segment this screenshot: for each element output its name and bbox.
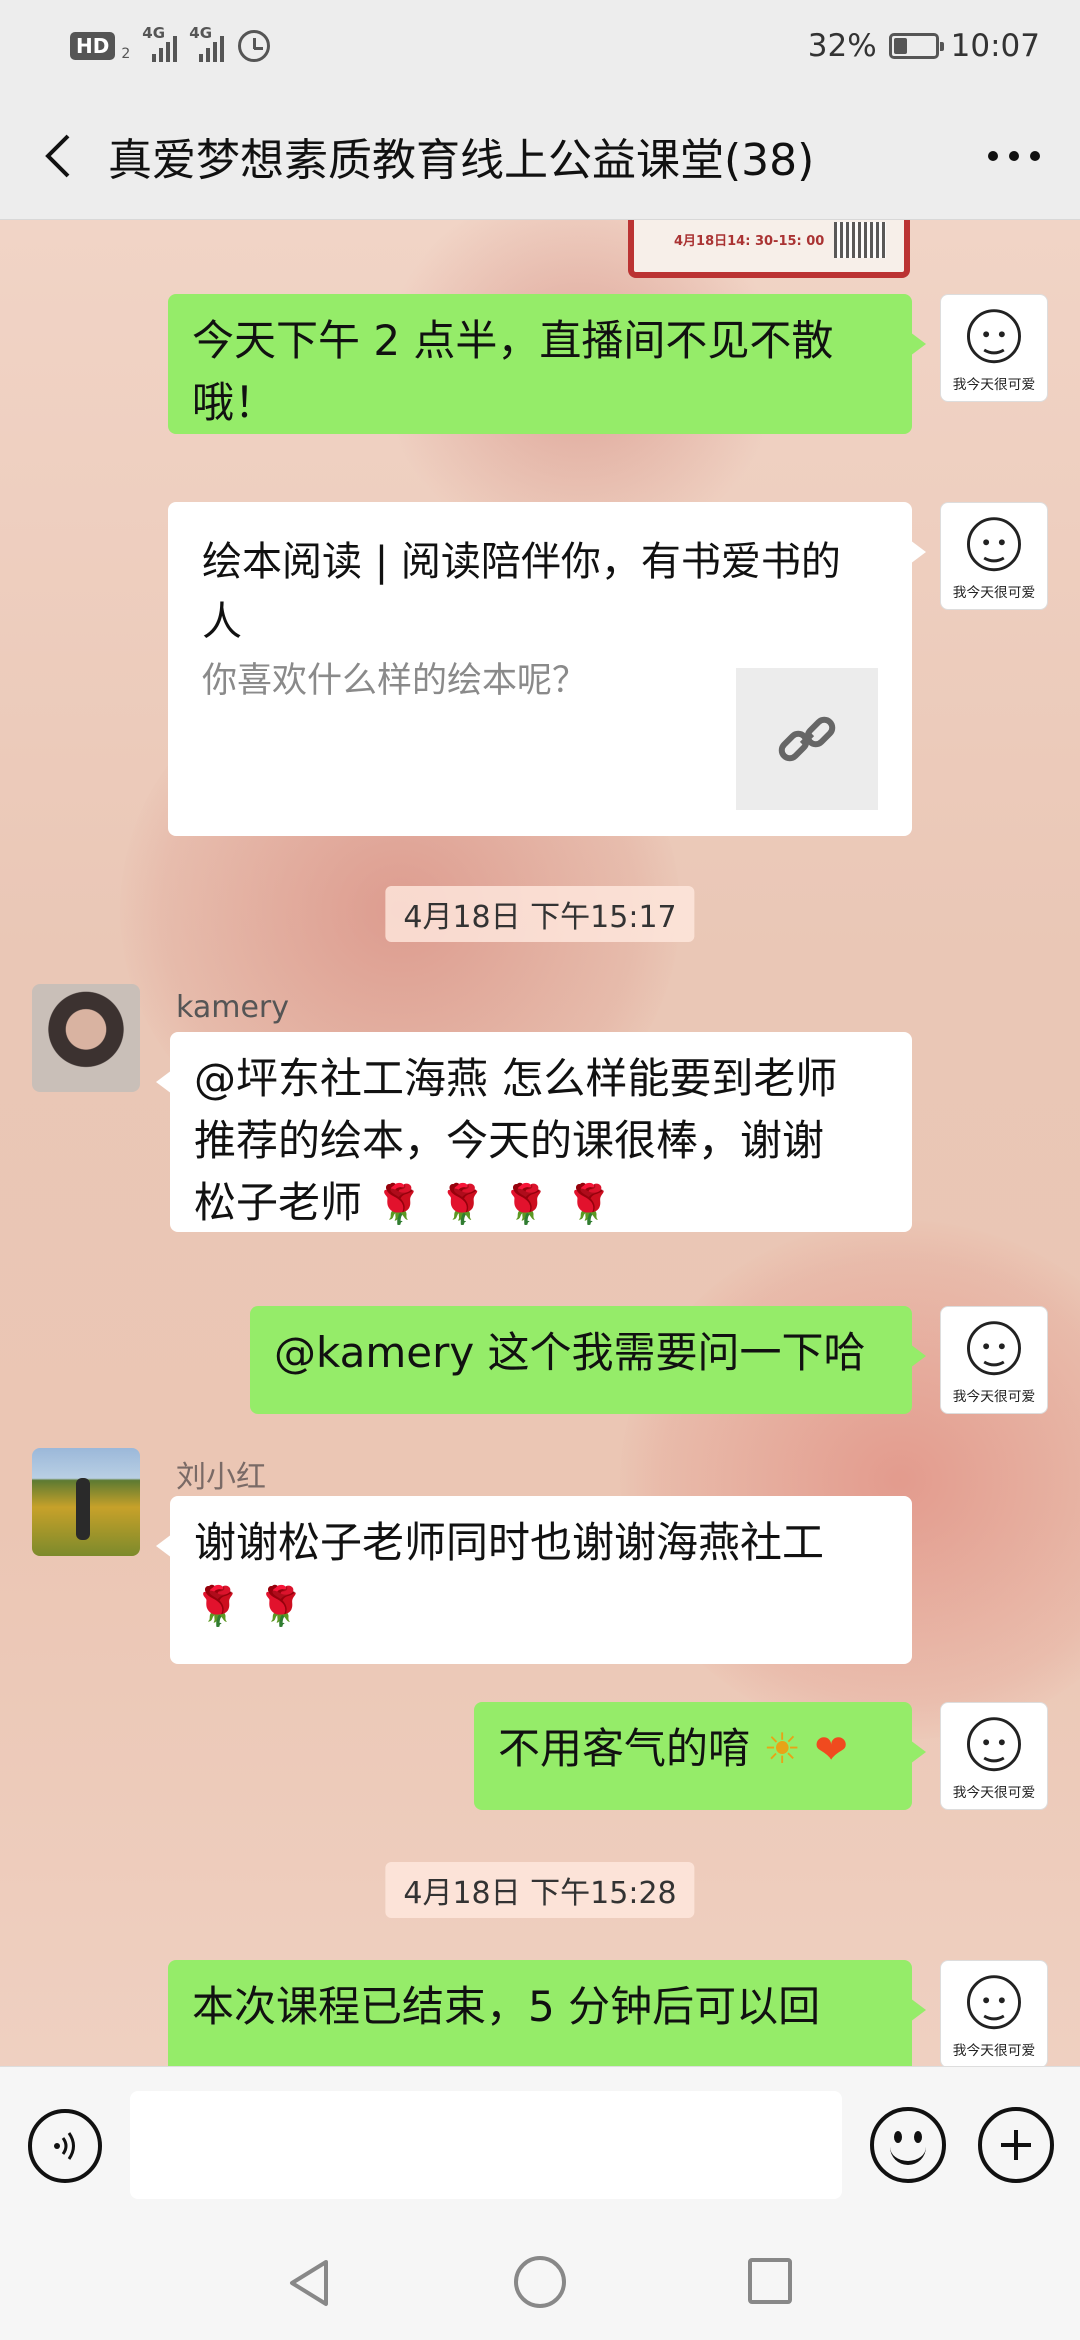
my-avatar[interactable]: 我今天很可爱 [940,294,1048,402]
my-avatar[interactable]: 我今天很可爱 [940,1306,1048,1414]
liu-avatar[interactable] [32,1448,140,1556]
signal-icon: 4G [142,24,178,62]
my-avatar[interactable]: 我今天很可爱 [940,1702,1048,1810]
rose-icon: 🌹 [375,1182,423,1226]
plus-icon[interactable] [978,2107,1054,2183]
alarm-icon [238,30,271,62]
qr-code-icon [834,222,886,258]
battery-percent: 32% [807,28,877,64]
kamery-avatar[interactable] [32,984,140,1092]
image-message[interactable]: 4月18日14: 30-15: 00 [628,220,910,278]
chat-header: 真爱梦想素质教育线上公益课堂(38) [0,92,1080,220]
message-input[interactable] [130,2091,842,2199]
input-bar [0,2066,1080,2222]
sender-name: kamery [176,990,289,1025]
back-icon[interactable] [38,132,82,180]
message-text: 哦！ [192,378,277,427]
message-bubble[interactable]: 本次课程已结束，5 分钟后可以回 [168,1960,926,2066]
message-bubble[interactable]: 谢谢松子老师同时也谢谢海燕社工 🌹 🌹 [156,1496,912,1664]
hd-badge: HD [70,32,116,60]
heart-icon: ❤ [814,1727,848,1773]
message-text: 推荐的绘本，今天的课很棒，谢谢 [194,1116,825,1165]
link-thumbnail [736,668,878,810]
nav-recent-icon[interactable] [748,2258,792,2304]
message-text: 松子老师 [194,1178,363,1227]
link-icon [778,716,836,762]
message-bubble[interactable]: @坪东社工海燕 怎么样能要到老师 推荐的绘本，今天的课很棒，谢谢 松子老师 🌹 🌹… [156,1032,912,1232]
message-bubble[interactable]: 今天下午 2 点半，直播间不见不散 哦！ [168,294,926,434]
link-card[interactable]: 绘本阅读 | 阅读陪伴你，有书爱书的人 你喜欢什么样的绘本呢？ [168,502,926,836]
voice-icon[interactable] [28,2109,102,2183]
avatar-caption: 我今天很可爱 [953,1389,1035,1405]
avatar-caption: 我今天很可爱 [953,585,1035,601]
network-label: 4G [142,24,166,42]
rose-icon: 🌹 [194,1584,242,1628]
sun-icon: ☀ [763,1724,802,1773]
network-label: 4G [189,24,213,42]
message-text: 谢谢松子老师同时也谢谢海燕社工 [194,1518,825,1567]
sender-name: 刘小红 [176,1460,266,1495]
link-description: 你喜欢什么样的绘本呢？ [202,661,588,701]
timestamp: 4月18日 下午15:28 [385,1862,695,1918]
nav-home-icon[interactable] [514,2256,566,2308]
avatar-caption: 我今天很可爱 [953,1785,1035,1801]
my-avatar[interactable]: 我今天很可爱 [940,1960,1048,2066]
image-caption: 4月18日14: 30-15: 00 [674,234,825,249]
nav-back-icon[interactable] [286,2258,332,2308]
emoji-icon[interactable] [870,2107,946,2183]
rose-icon: 🌹 [565,1182,613,1226]
message-bubble[interactable]: 不用客气的唷 ☀ ❤ [474,1702,926,1810]
timestamp: 4月18日 下午15:17 [385,886,695,942]
message-text: @kamery 这个我需要问一下哈 [274,1328,866,1377]
message-text: 本次课程已结束，5 分钟后可以回 [192,1982,821,2031]
hd-sub: 2 [121,46,131,62]
rose-icon: 🌹 [438,1182,487,1226]
avatar-caption: 我今天很可爱 [953,2043,1035,2059]
battery-icon [888,33,944,59]
system-nav-bar [0,2222,1080,2340]
more-icon[interactable] [988,144,1040,168]
avatar-caption: 我今天很可爱 [953,377,1035,393]
my-avatar[interactable]: 我今天很可爱 [940,502,1048,610]
message-list[interactable]: 4月18日14: 30-15: 00 今天下午 2 点半，直播间不见不散 哦！ … [0,220,1080,2066]
chat-title: 真爱梦想素质教育线上公益课堂(38) [108,135,815,186]
signal-icon: 4G [189,24,225,62]
status-bar: HD 2 4G 4G 32% 10:07 [0,0,1080,92]
message-bubble[interactable]: @kamery 这个我需要问一下哈 [250,1306,926,1414]
message-text: 不用客气的唷 [498,1724,751,1773]
rose-icon: 🌹 [257,1584,305,1628]
message-text: @坪东社工海燕 怎么样能要到老师 [194,1054,838,1103]
message-text: 今天下午 2 点半，直播间不见不散 [192,316,834,365]
rose-icon: 🌹 [502,1182,550,1226]
clock: 10:07 [950,28,1040,64]
link-title: 绘本阅读 | 阅读陪伴你，有书爱书的人 [202,539,841,645]
